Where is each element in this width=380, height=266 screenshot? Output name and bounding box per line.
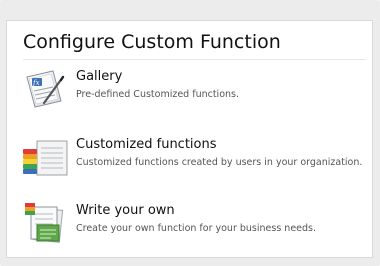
title-divider: [23, 59, 366, 60]
dialog-frame: Configure Custom Function fx Gallery Pre…: [0, 0, 380, 266]
option-write-your-own-description: Create your own function for your busine…: [76, 223, 317, 234]
stacked-documents-icon: [17, 135, 69, 181]
option-customized-functions-description: Customized functions created by users in…: [76, 157, 363, 168]
option-gallery-label: Gallery: [76, 69, 123, 84]
option-write-your-own-label: Write your own: [76, 203, 175, 218]
option-gallery-description: Pre-defined Customized functions.: [76, 89, 239, 100]
option-gallery[interactable]: fx Gallery Pre-defined Customized functi…: [17, 67, 367, 113]
custom-function-panel: Configure Custom Function fx Gallery Pre…: [6, 20, 373, 258]
option-write-your-own[interactable]: Write your own Create your own function …: [17, 201, 367, 247]
write-document-icon: [17, 201, 69, 247]
function-gallery-icon: fx: [17, 67, 69, 113]
page-title: Configure Custom Function: [23, 31, 281, 53]
option-customized-functions[interactable]: Customized functions Customized function…: [17, 135, 367, 181]
option-customized-functions-label: Customized functions: [76, 137, 217, 152]
svg-text:fx: fx: [32, 79, 40, 87]
